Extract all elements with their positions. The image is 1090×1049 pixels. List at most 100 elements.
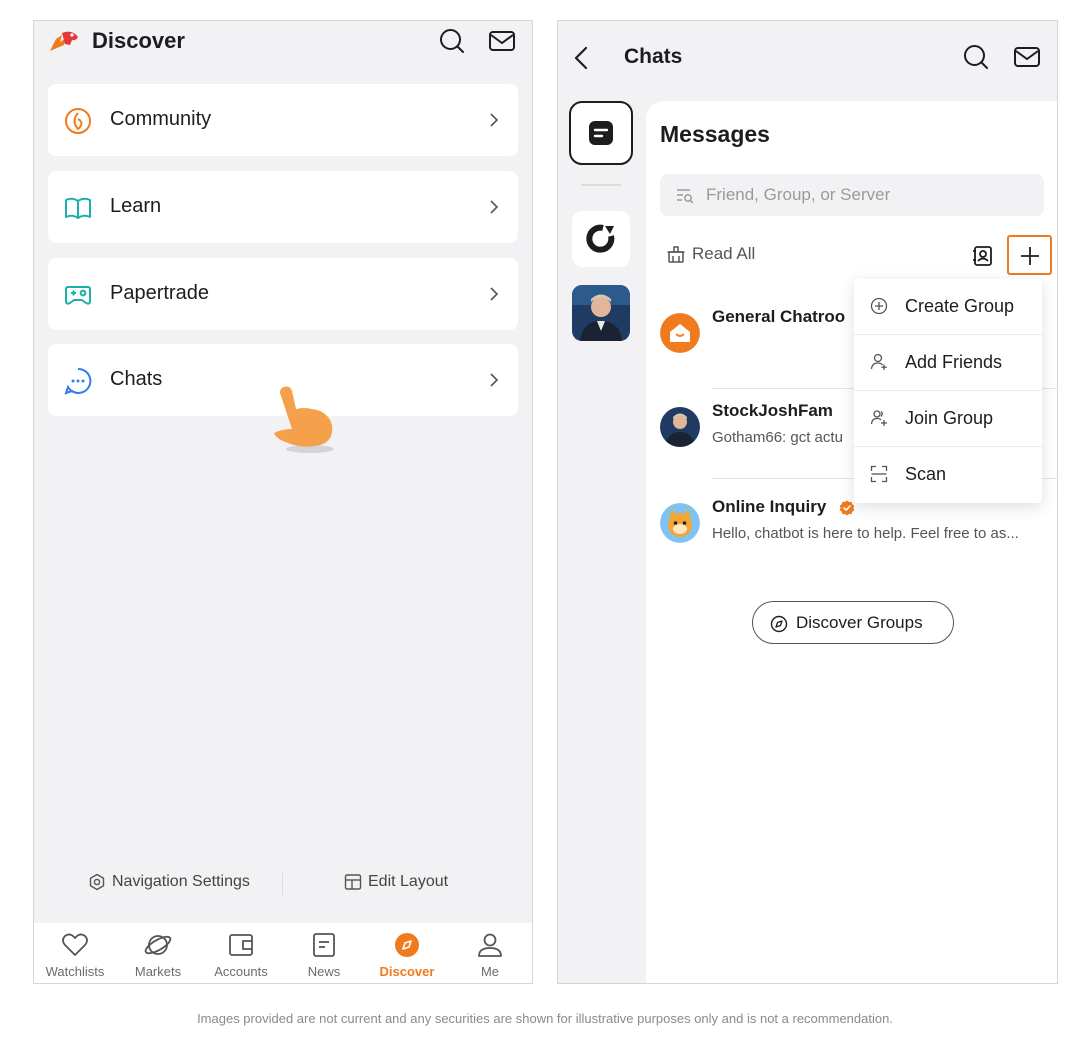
compass-icon <box>395 933 419 957</box>
tab-me[interactable]: Me <box>449 923 531 983</box>
menu-item-label: Scan <box>905 464 947 484</box>
menu-item-create-group[interactable]: Create Group <box>854 279 1042 335</box>
rail-server-button[interactable] <box>572 211 630 267</box>
brand-server-icon <box>586 224 615 253</box>
avatar <box>660 407 700 447</box>
chat-bubble-icon <box>64 367 92 395</box>
tab-news[interactable]: News <box>283 923 365 983</box>
menu-item-label: Add Friends <box>905 352 1003 372</box>
planet-icon <box>144 935 172 955</box>
tab-watchlists[interactable]: Watchlists <box>34 923 116 983</box>
avatar <box>660 313 700 353</box>
plus-circle-icon <box>870 297 888 315</box>
menu-item-label: Community <box>110 108 212 130</box>
menu-item-papertrade[interactable]: Papertrade <box>48 258 518 330</box>
person-icon <box>478 933 502 957</box>
tab-label: News <box>307 964 341 979</box>
menu-item-label: Create Group <box>905 296 1015 316</box>
messages-panel: Messages Friend, Group, or Server Read A… <box>646 101 1057 983</box>
messages-title: Messages <box>660 121 770 147</box>
gear-icon <box>89 873 105 891</box>
brand-logo-icon <box>50 31 78 51</box>
heart-icon <box>62 933 88 956</box>
discover-groups-button[interactable]: Discover Groups <box>752 601 954 644</box>
bottom-tab-bar: Watchlists Markets Accounts News Discove… <box>34 923 532 983</box>
disclaimer-text: Images provided are not current and any … <box>197 1011 893 1026</box>
join-group-icon <box>870 410 887 426</box>
tab-label: Markets <box>134 964 182 979</box>
avatar <box>572 285 630 341</box>
chevron-right-icon <box>490 373 499 387</box>
navigation-settings-label: Navigation Settings <box>112 873 250 890</box>
chevron-right-icon <box>490 287 499 301</box>
edit-layout-label: Edit Layout <box>368 873 449 890</box>
plus-icon <box>1021 247 1039 265</box>
navigation-settings-button[interactable]: Navigation Settings <box>88 873 250 891</box>
menu-item-join-group[interactable]: Join Group <box>854 391 1042 447</box>
page-title: Chats <box>624 45 683 68</box>
chatbot-mascot-icon <box>660 503 700 543</box>
read-all-button[interactable]: Read All <box>666 244 755 264</box>
contacts-icon[interactable] <box>972 245 994 267</box>
menu-item-community[interactable]: Community <box>48 84 518 156</box>
conversation-name: Online Inquiry <box>712 497 827 516</box>
layout-options-row: Navigation Settings Edit Layout <box>34 867 532 901</box>
book-icon <box>65 197 91 219</box>
chats-screen: Chats Messages Friend, Group, or Server … <box>557 20 1058 984</box>
broom-icon <box>667 246 685 263</box>
search-list-icon <box>677 189 694 204</box>
edit-layout-button[interactable]: Edit Layout <box>344 873 448 891</box>
menu-item-label: Papertrade <box>110 282 209 304</box>
tab-accounts[interactable]: Accounts <box>200 923 282 983</box>
add-friend-icon <box>870 353 887 370</box>
tab-label: Discover <box>379 964 435 979</box>
page-title: Discover <box>92 28 185 53</box>
wallet-icon <box>229 934 253 956</box>
scan-icon <box>870 465 888 483</box>
server-rail <box>558 93 646 983</box>
news-icon <box>313 933 335 957</box>
tab-discover[interactable]: Discover <box>366 923 448 983</box>
menu-item-label: Learn <box>110 195 162 217</box>
rail-messages-button[interactable] <box>569 101 633 165</box>
avatar <box>660 503 700 543</box>
search-icon[interactable] <box>962 43 990 71</box>
rail-user-avatar[interactable] <box>572 285 630 341</box>
read-all-label: Read All <box>692 244 756 263</box>
search-placeholder: Friend, Group, or Server <box>706 185 891 204</box>
mail-icon[interactable] <box>488 27 516 55</box>
menu-item-scan[interactable]: Scan <box>854 447 1042 503</box>
divider <box>282 873 283 895</box>
conversation-name: General Chatroo <box>712 307 846 326</box>
add-menu-button[interactable] <box>1007 235 1052 275</box>
menu-item-learn[interactable]: Learn <box>48 171 518 243</box>
community-icon <box>65 108 91 134</box>
mail-icon[interactable] <box>1013 43 1041 71</box>
conversation-preview: Hello, chatbot is here to help. Feel fre… <box>712 525 1019 542</box>
conversation-preview: Gotham66: gct actu <box>712 429 843 446</box>
tab-markets[interactable]: Markets <box>117 923 199 983</box>
discover-groups-label: Discover Groups <box>796 613 923 632</box>
chevron-right-icon <box>490 200 499 214</box>
verified-badge-icon <box>839 500 855 516</box>
discover-screen: Discover Community Learn Papertrade Chat… <box>33 20 533 984</box>
gamepad-icon <box>65 286 91 305</box>
tab-label: Me <box>480 964 500 979</box>
discover-header: Discover <box>34 21 532 65</box>
user-photo-icon <box>660 407 700 447</box>
back-icon[interactable] <box>572 45 592 71</box>
menu-item-add-friends[interactable]: Add Friends <box>854 335 1042 391</box>
tap-hand-icon <box>274 386 334 453</box>
conversation-name: StockJoshFam <box>712 401 833 420</box>
search-icon[interactable] <box>438 27 466 55</box>
chats-topbar: Chats <box>558 21 1057 93</box>
rail-divider <box>581 184 621 186</box>
search-input[interactable]: Friend, Group, or Server <box>660 174 1044 216</box>
tab-label: Accounts <box>214 964 268 979</box>
compass-icon <box>770 615 788 633</box>
menu-item-label: Chats <box>110 368 163 390</box>
menu-item-label: Join Group <box>905 408 994 428</box>
add-menu-dropdown: Create Group Add Friends Join Group Scan <box>854 279 1042 503</box>
message-icon <box>589 121 613 145</box>
layout-icon <box>344 874 362 890</box>
